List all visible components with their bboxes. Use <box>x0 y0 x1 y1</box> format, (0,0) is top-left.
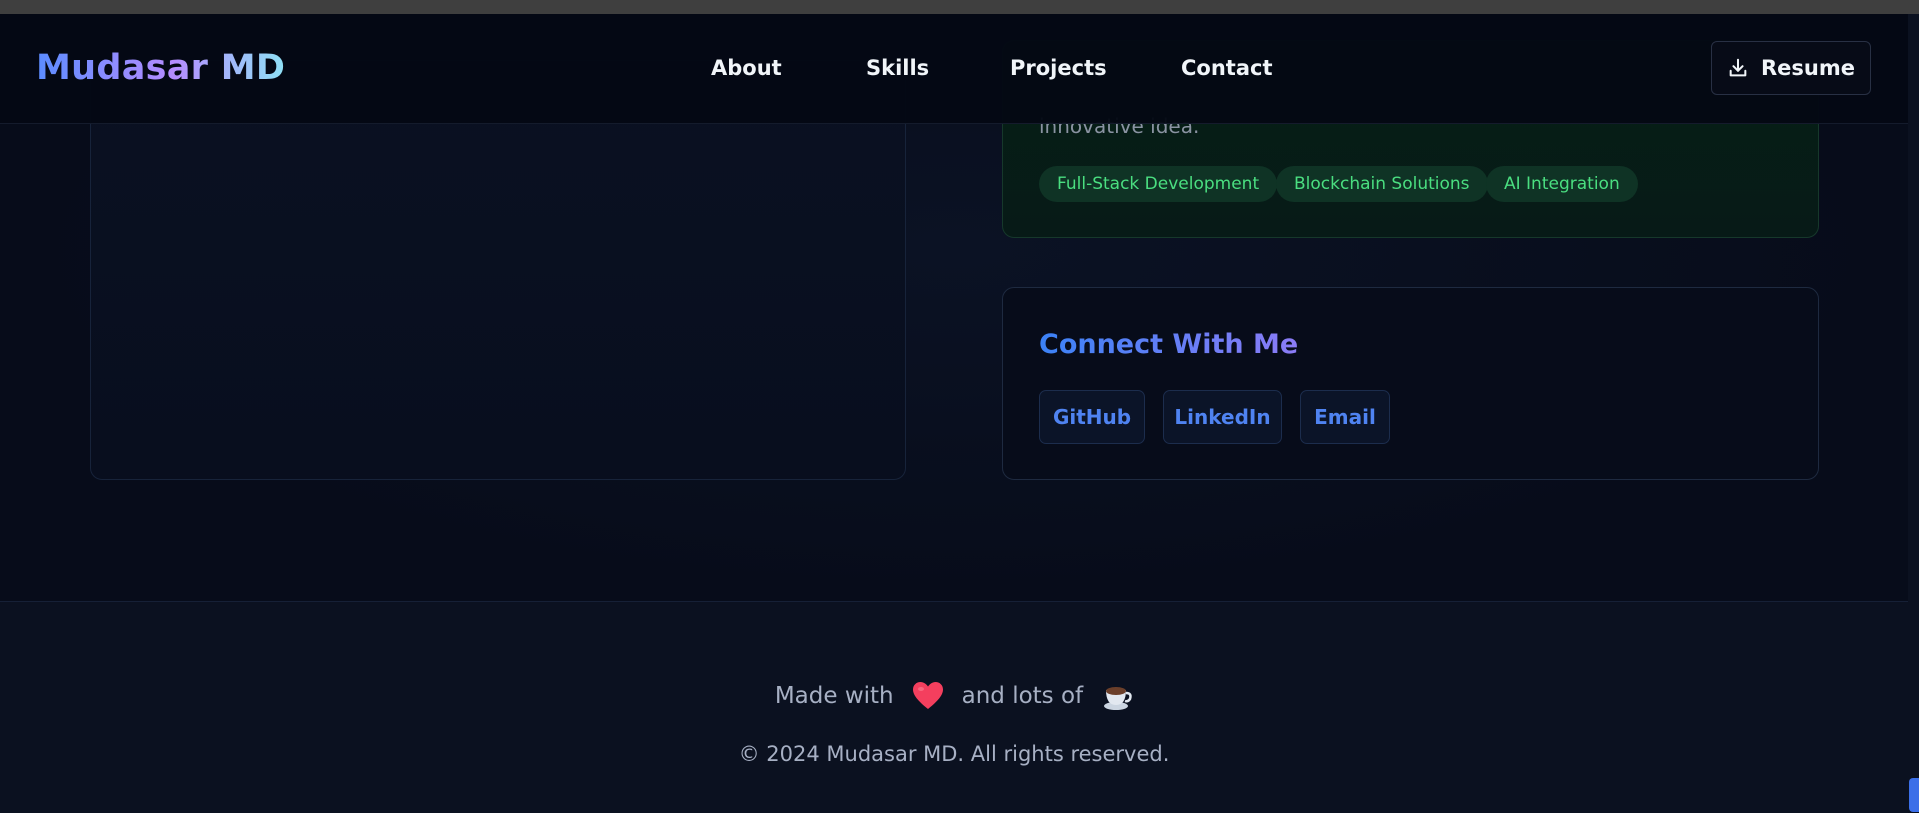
footer-made-with: Made with and lots of <box>0 680 1908 712</box>
heart-icon <box>912 681 944 711</box>
connect-title: Connect With Me <box>1039 329 1299 360</box>
linkedin-button[interactable]: LinkedIn <box>1163 390 1282 444</box>
nav-link-about[interactable]: About <box>711 56 782 80</box>
scrollbar-track[interactable] <box>1908 14 1919 812</box>
tag-ai-integration: AI Integration <box>1486 166 1638 202</box>
coffee-icon <box>1101 680 1133 712</box>
made-with-text: Made with <box>774 683 894 709</box>
tag-blockchain: Blockchain Solutions <box>1276 166 1488 202</box>
nav-links: About Skills Projects Contact <box>0 56 1908 86</box>
resume-download-button[interactable]: Resume <box>1711 41 1871 95</box>
nav-link-projects[interactable]: Projects <box>1010 56 1107 80</box>
download-icon <box>1727 57 1749 79</box>
email-button[interactable]: Email <box>1300 390 1390 444</box>
footer-copyright: © 2024 Mudasar MD. All rights reserved. <box>738 742 1170 766</box>
tag-full-stack: Full-Stack Development <box>1039 166 1278 202</box>
connect-card <box>1002 287 1819 480</box>
nav-link-skills[interactable]: Skills <box>866 56 929 80</box>
and-lots-of-text: and lots of <box>961 683 1084 709</box>
resume-label: Resume <box>1761 56 1855 80</box>
scrollbar-thumb[interactable] <box>1909 778 1919 812</box>
browser-top-strip <box>0 0 1919 14</box>
top-navbar: Mudasar MD About Skills Projects Contact… <box>0 14 1908 124</box>
github-button[interactable]: GitHub <box>1039 390 1145 444</box>
nav-link-contact[interactable]: Contact <box>1181 56 1273 80</box>
